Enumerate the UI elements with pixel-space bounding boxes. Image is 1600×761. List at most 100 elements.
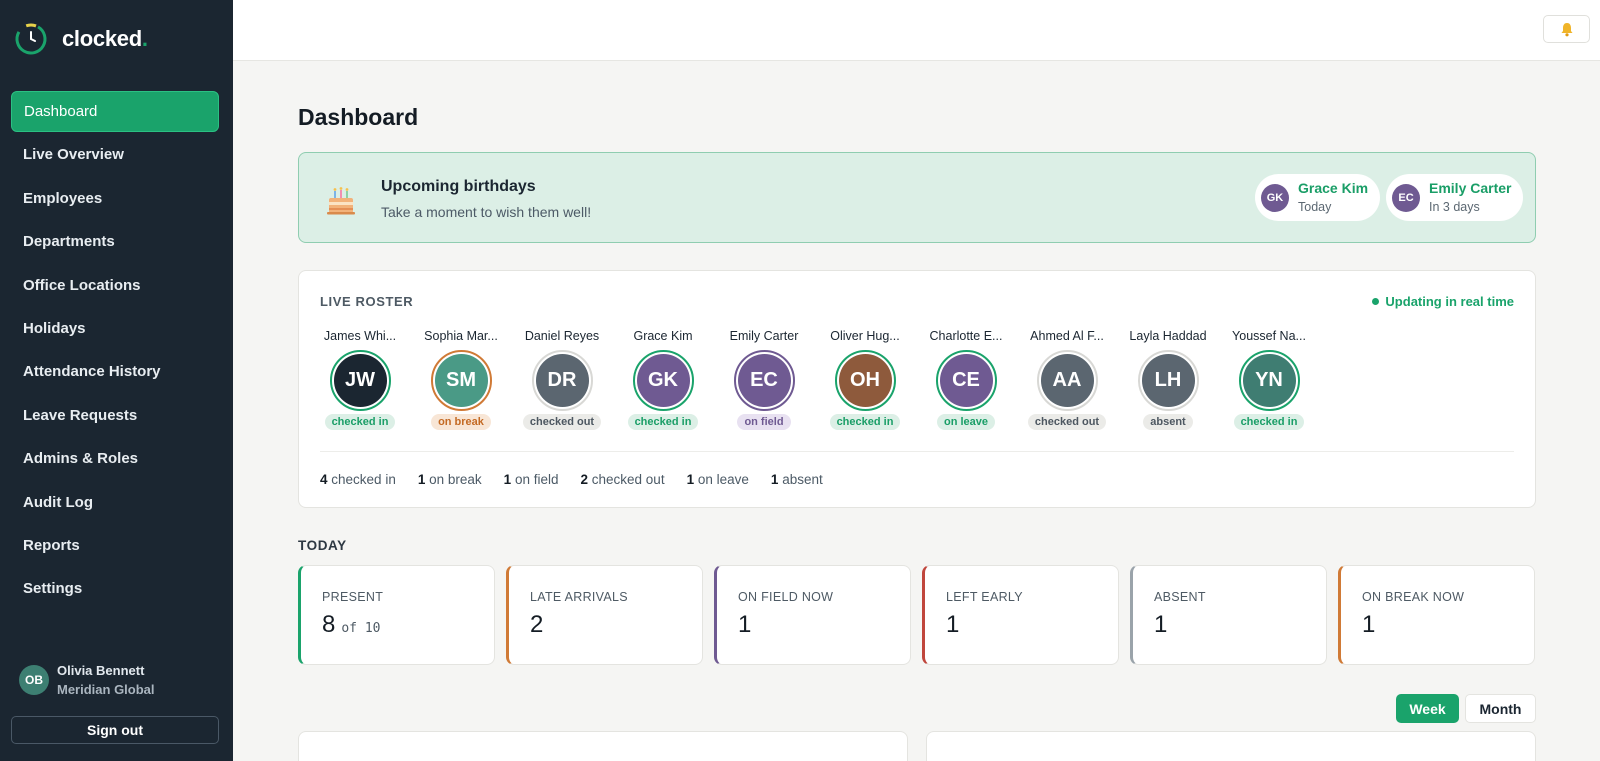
bell-icon (1561, 22, 1572, 36)
week-toggle[interactable]: Week (1396, 694, 1459, 723)
app-name: clocked. (62, 26, 148, 51)
avatar-ring: EC (733, 350, 795, 411)
notifications-button[interactable] (1543, 15, 1590, 43)
divider (320, 451, 1514, 452)
birthday-cake-icon (327, 187, 355, 215)
sidebar-item-employees[interactable]: Employees (11, 178, 219, 219)
stat-card-on-field-now[interactable]: ON FIELD NOW 1 (714, 565, 911, 665)
roster-person-name: Youssef Na... (1232, 329, 1306, 343)
app-logo[interactable]: clocked. (14, 22, 148, 56)
roster-person[interactable]: Emily Carter EC on field (719, 329, 809, 430)
avatar: GK (636, 354, 690, 407)
birthdays-banner: Upcoming birthdays Take a moment to wish… (298, 152, 1536, 243)
stat-value: 1 (946, 611, 960, 638)
user-avatar: OB (19, 665, 49, 695)
summary-label: checked out (591, 472, 665, 487)
avatar-ring: SM (430, 350, 492, 411)
roster-person[interactable]: Daniel Reyes DR checked out (517, 329, 607, 430)
stat-card-late-arrivals[interactable]: LATE ARRIVALS 2 (506, 565, 703, 665)
roster-person-name: James Whi... (323, 329, 397, 343)
sidebar-item-audit-log[interactable]: Audit Log (11, 482, 219, 523)
roster-person[interactable]: Ahmed Al F... AA checked out (1022, 329, 1112, 430)
birthday-chip-emily-carter[interactable]: EC Emily Carter In 3 days (1386, 174, 1524, 221)
status-badge: checked in (1233, 414, 1305, 430)
status-badge: absent (1143, 414, 1193, 430)
sign-out-button[interactable]: Sign out (11, 716, 219, 744)
sidebar-item-departments[interactable]: Departments (11, 221, 219, 262)
summary-label: on break (429, 472, 482, 487)
status-badge: checked out (522, 414, 602, 430)
roster-person-name: Layla Haddad (1129, 329, 1207, 343)
roster-person[interactable]: Sophia Mar... SM on break (416, 329, 506, 430)
birthday-name: Emily Carter (1429, 179, 1512, 196)
roster-person-name: Sophia Mar... (424, 329, 498, 343)
user-name: Olivia Bennett (57, 663, 145, 678)
summary-count: 1 (686, 472, 695, 487)
stat-label: ON BREAK NOW (1362, 590, 1465, 604)
roster-person-name: Charlotte E... (929, 329, 1003, 343)
roster-person[interactable]: Oliver Hug... OH checked in (820, 329, 910, 430)
avatar: JW (333, 354, 387, 407)
sidebar-item-holidays[interactable]: Holidays (11, 308, 219, 349)
roster-person[interactable]: Grace Kim GK checked in (618, 329, 708, 430)
sidebar-item-live-overview[interactable]: Live Overview (11, 134, 219, 175)
roster-summary: 4 checked in 1 on break 1 on field 2 checke… (320, 472, 845, 487)
status-badge: on break (431, 414, 491, 430)
summary-label: on leave (697, 472, 749, 487)
top-bar (233, 0, 1600, 61)
sidebar-item-dashboard[interactable]: Dashboard (11, 91, 219, 132)
birthday-chip-grace-kim[interactable]: GK Grace Kim Today (1255, 174, 1381, 221)
summary-label: absent (782, 472, 823, 487)
sidebar-item-office-locations[interactable]: Office Locations (11, 265, 219, 306)
stat-card-present[interactable]: PRESENT 8 of 10 (298, 565, 495, 665)
stat-card-absent[interactable]: ABSENT 1 (1130, 565, 1327, 665)
avatar-ring: OH (834, 350, 896, 411)
sidebar-item-attendance-history[interactable]: Attendance History (11, 351, 219, 392)
birthday-chip-text: Grace Kim Today (1298, 179, 1368, 217)
stat-card-left-early[interactable]: LEFT EARLY 1 (922, 565, 1119, 665)
avatar: DR (535, 354, 589, 407)
birthday-when: Today (1298, 199, 1332, 214)
month-toggle[interactable]: Month (1465, 694, 1536, 723)
roster-person[interactable]: Layla Haddad LH absent (1123, 329, 1213, 430)
avatar: CE (939, 354, 993, 407)
summary-item: 1 on field (504, 472, 559, 487)
stat-card-on-break-now[interactable]: ON BREAK NOW 1 (1338, 565, 1535, 665)
avatar-ring: YN (1238, 350, 1300, 411)
birthdays-subtitle: Take a moment to wish them well! (381, 204, 592, 220)
summary-item: 1 on leave (687, 472, 749, 487)
stat-label: ON FIELD NOW (738, 590, 834, 604)
sidebar-item-admins-roles[interactable]: Admins & Roles (11, 438, 219, 479)
summary-label: checked in (331, 472, 396, 487)
roster-person-name: Oliver Hug... (830, 329, 900, 343)
avatar-ring: LH (1137, 350, 1199, 411)
stat-value: 1 (738, 611, 752, 638)
stat-label: LATE ARRIVALS (530, 590, 628, 604)
sidebar-item-leave-requests[interactable]: Leave Requests (11, 395, 219, 436)
sidebar-item-reports[interactable]: Reports (11, 525, 219, 566)
roster-person[interactable]: Charlotte E... CE on leave (921, 329, 1011, 430)
roster-person[interactable]: James Whi... JW checked in (315, 329, 405, 430)
stat-value: 1 (1362, 611, 1376, 638)
live-roster-card: LIVE ROSTER Updating in real time James … (298, 270, 1536, 508)
avatar: EC (1392, 183, 1420, 212)
status-badge: on field (737, 414, 791, 430)
avatar: EC (737, 354, 791, 407)
user-org: Meridian Global (57, 682, 155, 697)
summary-count: 1 (417, 472, 426, 487)
sidebar-item-settings[interactable]: Settings (11, 568, 219, 609)
chart-card-right (926, 731, 1536, 761)
roster-person-name: Ahmed Al F... (1030, 329, 1104, 343)
stat-label: ABSENT (1154, 590, 1206, 604)
birthdays-title: Upcoming birthdays (381, 178, 536, 195)
birthday-name: Grace Kim (1298, 179, 1369, 196)
roster-person-name: Emily Carter (729, 329, 799, 343)
realtime-text: Updating in real time (1385, 294, 1514, 309)
summary-label: on field (514, 472, 559, 487)
page-title: Dashboard (298, 104, 419, 130)
avatar: AA (1040, 354, 1094, 407)
summary-count: 1 (503, 472, 512, 487)
roster-person[interactable]: Youssef Na... YN checked in (1224, 329, 1314, 430)
live-dot-icon (1372, 298, 1380, 305)
stat-label: LEFT EARLY (946, 590, 1023, 604)
